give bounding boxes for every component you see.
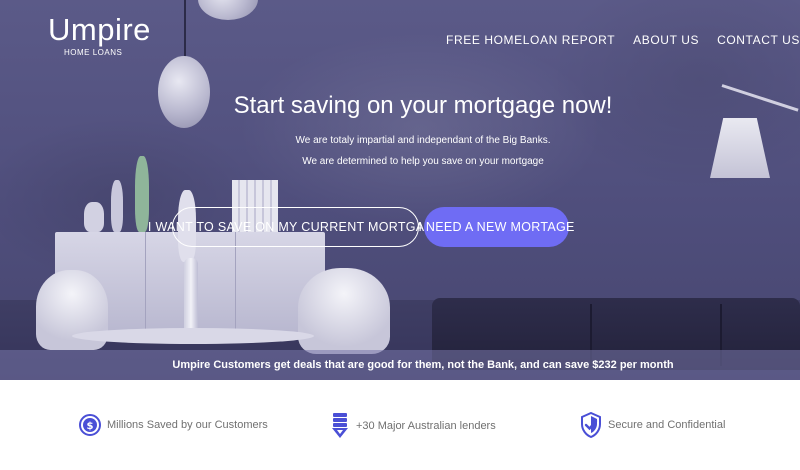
feature-label: +30 Major Australian lenders	[356, 420, 496, 432]
feature-secure: Secure and Confidential	[580, 412, 725, 438]
vase	[135, 156, 149, 232]
sideboard-divider	[235, 232, 236, 332]
hero-subline-2: We are determined to help you save on yo…	[302, 156, 544, 167]
shield-check-icon	[581, 412, 601, 438]
save-current-mortgage-button[interactable]: I WANT TO SAVE ON MY CURRENT MORTGAGE	[148, 207, 443, 247]
vase	[84, 202, 104, 232]
svg-text:$: $	[87, 421, 94, 432]
feature-millions-saved: $ Millions Saved by our Customers	[79, 412, 268, 438]
table-stem	[184, 258, 198, 334]
features-strip: $ Millions Saved by our Customers +30 Ma…	[0, 380, 800, 470]
hero-section: Umpire HOME LOANS FREE HOMELOAN REPORT A…	[0, 0, 800, 380]
feature-label: Millions Saved by our Customers	[107, 419, 268, 431]
nav-contact-us[interactable]: CONTACT US	[717, 33, 800, 47]
sideboard-divider	[145, 232, 146, 332]
hero-subline-1: We are totaly impartial and independant …	[295, 135, 551, 146]
main-nav: FREE HOMELOAN REPORT ABOUT US CONTACT US	[446, 33, 800, 47]
new-mortgage-button[interactable]: I NEED A NEW MORTAGE	[418, 207, 574, 247]
feature-lenders: +30 Major Australian lenders	[330, 412, 496, 440]
brand-tagline: HOME LOANS	[64, 48, 123, 57]
savings-banner: Umpire Customers get deals that are good…	[0, 350, 800, 380]
brand-name: Umpire	[48, 12, 151, 47]
savings-banner-text: Umpire Customers get deals that are good…	[172, 359, 674, 371]
bank-stack-icon	[332, 413, 348, 438]
vase	[111, 180, 123, 232]
table-top	[72, 328, 314, 344]
feature-label: Secure and Confidential	[608, 419, 726, 431]
chair-right	[298, 268, 390, 354]
nav-free-homeloan-report[interactable]: FREE HOMELOAN REPORT	[446, 33, 615, 47]
dollar-coin-icon: $	[79, 414, 101, 436]
pendant-cord	[184, 0, 186, 58]
hero-headline: Start saving on your mortgage now!	[233, 92, 613, 119]
brand-logo[interactable]: Umpire HOME LOANS	[48, 12, 151, 58]
nav-about-us[interactable]: ABOUT US	[633, 33, 699, 47]
